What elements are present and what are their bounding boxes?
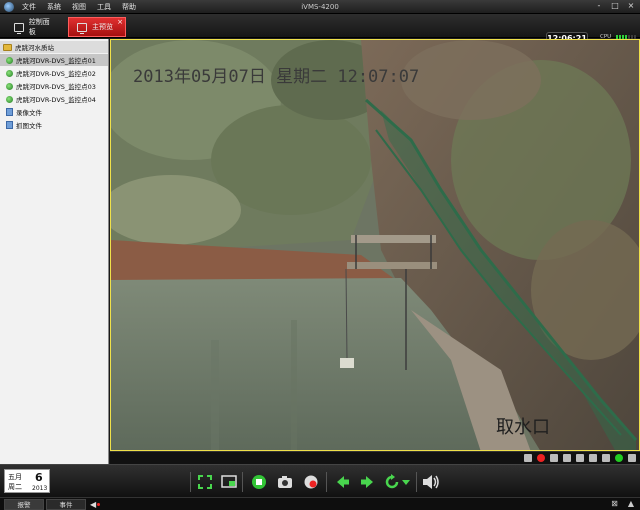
auto-switch-dropdown[interactable]	[401, 473, 411, 491]
previous-page-button[interactable]	[334, 473, 352, 491]
tree-capture-files[interactable]: 抓图文件	[0, 119, 108, 131]
minimize-button[interactable]: -	[594, 1, 604, 10]
capture-files-label: 抓图文件	[16, 122, 42, 130]
separator	[326, 472, 327, 492]
preview-control-bar: 五月 周二 6 2013	[0, 464, 640, 497]
record-file-icon	[6, 108, 13, 116]
capture-button[interactable]	[276, 473, 294, 491]
alarm-sound-icon[interactable]: ◀	[90, 500, 101, 509]
capture-icon	[278, 476, 292, 488]
camera-label: 虎跳河DVR-DVS_监控点02	[16, 70, 96, 78]
calendar-month: 五月	[8, 473, 22, 481]
record-icon	[304, 475, 318, 489]
tree-record-files[interactable]: 录像文件	[0, 106, 108, 118]
close-view-icon[interactable]	[628, 454, 636, 462]
osd-timestamp: 2013年05月07日 星期二 12:07:07	[133, 67, 420, 87]
monitor-icon	[14, 22, 24, 34]
capture-file-icon	[6, 121, 13, 129]
snapshot-icon[interactable]	[524, 454, 532, 462]
pin-icon[interactable]: ⊠	[611, 499, 618, 508]
tab-control-panel-label: 控制面板	[28, 18, 50, 36]
calendar-day: 6	[35, 471, 43, 484]
title-bar: 文件 系统 视图 工具 帮助 iVMS-4200 - □ ×	[0, 0, 640, 14]
microphone-icon[interactable]	[550, 454, 558, 462]
volume-button[interactable]	[422, 473, 440, 491]
layout-button[interactable]	[220, 473, 238, 491]
status-bar: 报警 事件 ◀ ⊠ ▲	[0, 497, 640, 510]
maximize-button[interactable]: □	[610, 1, 620, 10]
separator	[242, 472, 243, 492]
start-preview-button[interactable]	[250, 473, 268, 491]
separator	[190, 472, 191, 492]
fullscreen-button[interactable]	[196, 473, 214, 491]
settings-icon[interactable]	[589, 454, 597, 462]
ptz-icon[interactable]	[563, 454, 571, 462]
fullscreen-icon	[198, 475, 212, 489]
camera-online-icon	[6, 95, 13, 103]
camera-online-icon	[6, 82, 13, 90]
record-icon[interactable]	[537, 454, 545, 462]
stream-icon[interactable]	[602, 454, 610, 462]
separator	[416, 472, 417, 492]
monitor-icon	[77, 22, 87, 34]
next-page-button[interactable]	[358, 473, 376, 491]
camera-label: 虎跳河DVR-DVS_监控点04	[16, 96, 96, 104]
close-button[interactable]: ×	[626, 1, 636, 10]
video-toolbar	[110, 451, 640, 464]
folder-icon	[3, 43, 12, 51]
refresh-icon	[385, 474, 399, 489]
tab-control-panel[interactable]: 控制面板	[6, 17, 64, 37]
camera-online-icon	[6, 56, 13, 64]
tab-main-preview-label: 主预览	[92, 23, 113, 31]
tree-root-label: 虎跳河水质站	[15, 44, 54, 52]
next-icon	[361, 476, 373, 488]
camera-online-icon	[6, 69, 13, 77]
status-bar-right: ⊠ ▲	[611, 499, 634, 508]
status-icon[interactable]	[615, 454, 623, 462]
camera-feed-image	[111, 40, 639, 450]
video-preview-window[interactable]: 2013年05月07日 星期二 12:07:07 取水口	[110, 39, 640, 451]
device-tree: 虎跳河水质站 虎跳河DVR-DVS_监控点01 虎跳河DVR-DVS_监控点02…	[0, 39, 109, 464]
camera-label: 虎跳河DVR-DVS_监控点03	[16, 83, 96, 91]
tree-camera-01[interactable]: 虎跳河DVR-DVS_监控点01	[0, 54, 108, 66]
record-button[interactable]	[302, 473, 320, 491]
tab-close-icon[interactable]: ×	[117, 18, 123, 26]
tab-main-preview[interactable]: 主预览 ×	[68, 17, 126, 37]
camera-label: 虎跳河DVR-DVS_监控点01	[16, 57, 96, 65]
tab-bar: 控制面板 主预览 × 12:06:21 2013-05-07 CPU 网络	[0, 14, 640, 49]
window-controls: - □ ×	[594, 1, 636, 10]
osd-channel-name: 取水口	[496, 417, 550, 438]
tree-camera-04[interactable]: 虎跳河DVR-DVS_监控点04	[0, 93, 108, 105]
tree-root-group[interactable]: 虎跳河水质站	[0, 41, 108, 53]
layout-icon	[221, 475, 237, 488]
dropdown-icon	[402, 480, 410, 485]
calendar-weekday: 周二	[8, 483, 22, 491]
record-files-label: 录像文件	[16, 109, 42, 117]
tree-camera-02[interactable]: 虎跳河DVR-DVS_监控点02	[0, 67, 108, 79]
calendar-year: 2013	[32, 485, 48, 492]
window-title: iVMS-4200	[301, 3, 339, 11]
prev-icon	[337, 476, 349, 488]
alarm-tab[interactable]: 报警	[4, 499, 44, 510]
volume-icon	[423, 475, 439, 489]
tree-camera-03[interactable]: 虎跳河DVR-DVS_监控点03	[0, 80, 108, 92]
zoom-icon[interactable]	[576, 454, 584, 462]
auto-switch-button[interactable]	[383, 473, 401, 491]
calendar-widget[interactable]: 五月 周二 6 2013	[4, 469, 50, 493]
expand-icon[interactable]: ▲	[628, 499, 634, 508]
event-tab[interactable]: 事件	[46, 499, 86, 510]
start-preview-icon	[252, 475, 266, 489]
